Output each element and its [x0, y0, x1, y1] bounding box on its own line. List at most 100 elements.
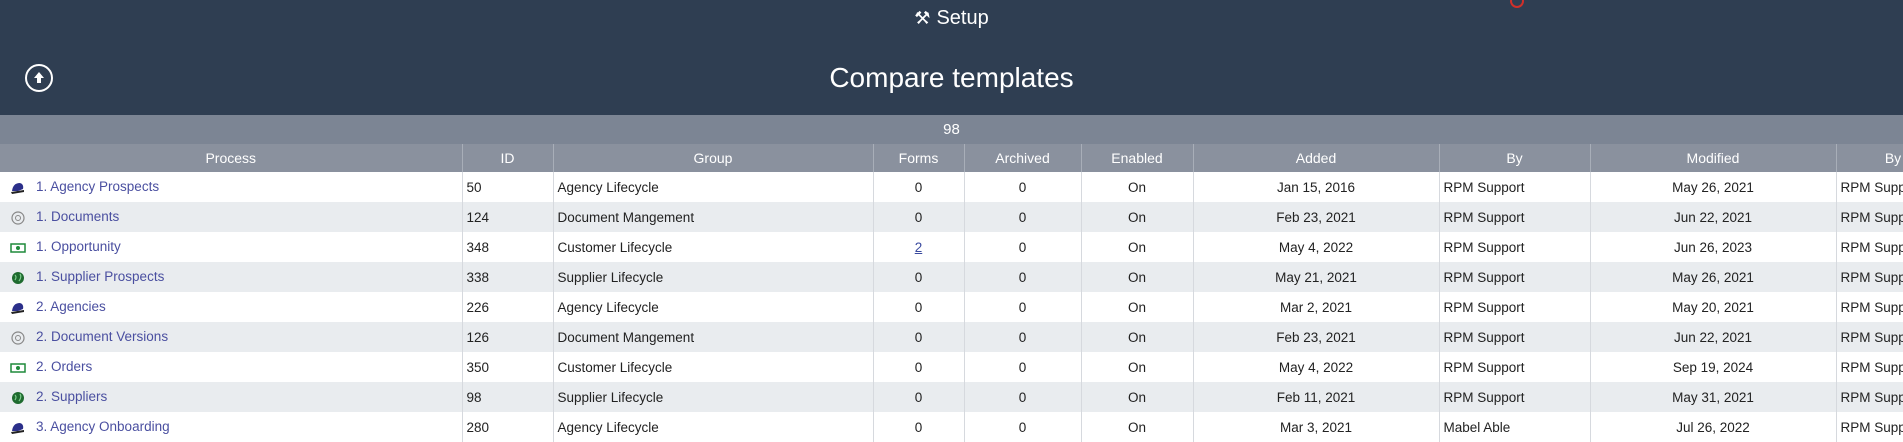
process-link[interactable]: 2. Suppliers	[36, 389, 107, 404]
column-header-modified-by[interactable]: By	[1836, 144, 1903, 172]
table-row[interactable]: 2. Orders 350 Customer Lifecycle 0 0 On May 4,…	[0, 352, 1903, 382]
added-cell: Feb 23, 2021	[1193, 322, 1440, 352]
added-by-cell: RPM Support	[1439, 172, 1591, 202]
group-cell: Agency Lifecycle	[553, 172, 874, 202]
enabled-cell: On	[1081, 322, 1194, 352]
process-cell: 2. Orders	[0, 352, 463, 382]
group-cell: Document Mangement	[553, 322, 874, 352]
forms-cell: 0	[873, 262, 965, 292]
modified-by-cell: RPM Supp	[1836, 352, 1903, 382]
process-link[interactable]: 3. Agency Onboarding	[36, 419, 170, 434]
modified-cell: Jun 22, 2021	[1590, 202, 1837, 232]
added-by-cell: RPM Support	[1439, 352, 1591, 382]
table-row[interactable]: 1. Documents 124 Document Mangement 0 0 On Feb…	[0, 202, 1903, 232]
process-link[interactable]: 1. Opportunity	[36, 239, 121, 254]
money-icon	[10, 241, 26, 255]
process-cell: 1. Documents	[0, 202, 463, 232]
table-row[interactable]: 1. Agency Prospects 50 Agency Lifecycle 0 0 O…	[0, 172, 1903, 202]
modified-by-cell: RPM Supp	[1836, 232, 1903, 262]
added-by-cell: RPM Support	[1439, 232, 1591, 262]
document-icon	[10, 211, 26, 225]
enabled-cell: On	[1081, 202, 1194, 232]
process-cell: 1. Supplier Prospects	[0, 262, 463, 292]
added-cell: Mar 3, 2021	[1193, 412, 1440, 442]
process-link[interactable]: 2. Document Versions	[36, 329, 168, 344]
added-cell: Mar 2, 2021	[1193, 292, 1440, 322]
process-link[interactable]: 1. Agency Prospects	[36, 179, 159, 194]
added-by-cell: RPM Support	[1439, 382, 1591, 412]
process-link[interactable]: 1. Supplier Prospects	[36, 269, 164, 284]
archived-cell: 0	[964, 202, 1082, 232]
forms-cell: 0	[873, 292, 965, 322]
enabled-cell: On	[1081, 232, 1194, 262]
column-header-added[interactable]: Added	[1193, 144, 1440, 172]
added-cell: Feb 11, 2021	[1193, 382, 1440, 412]
archived-cell: 0	[964, 292, 1082, 322]
group-cell: Supplier Lifecycle	[553, 382, 874, 412]
column-header-by[interactable]: By	[1439, 144, 1591, 172]
modified-cell: Sep 19, 2024	[1590, 352, 1837, 382]
archived-cell: 0	[964, 322, 1082, 352]
forms-cell: 0	[873, 172, 965, 202]
modified-cell: May 31, 2021	[1590, 382, 1837, 412]
process-cell: 1. Agency Prospects	[0, 172, 463, 202]
templates-table: Process ID Group Forms Archived Enabled Added B…	[0, 144, 1903, 442]
group-cell: Document Mangement	[553, 202, 874, 232]
process-link[interactable]: 2. Agencies	[36, 299, 106, 314]
archived-cell: 0	[964, 382, 1082, 412]
group-cell: Customer Lifecycle	[553, 352, 874, 382]
id-cell: 280	[462, 412, 554, 442]
table-row[interactable]: 2. Suppliers 98 Supplier Lifecycle 0 0 On Feb …	[0, 382, 1903, 412]
id-cell: 124	[462, 202, 554, 232]
archived-cell: 0	[964, 262, 1082, 292]
column-header-modified[interactable]: Modified	[1590, 144, 1837, 172]
column-header-archived[interactable]: Archived	[964, 144, 1082, 172]
forms-link[interactable]: 2	[915, 240, 923, 255]
column-header-enabled[interactable]: Enabled	[1081, 144, 1194, 172]
modified-by-cell: RPM Supp	[1836, 382, 1903, 412]
group-cell: Agency Lifecycle	[553, 292, 874, 322]
added-cell: May 21, 2021	[1193, 262, 1440, 292]
enabled-cell: On	[1081, 382, 1194, 412]
process-link[interactable]: 2. Orders	[36, 359, 92, 374]
enabled-cell: On	[1081, 412, 1194, 442]
table-row[interactable]: 3. Agency Onboarding 280 Agency Lifecycle 0…	[0, 412, 1903, 442]
added-cell: May 4, 2022	[1193, 352, 1440, 382]
document-icon	[10, 331, 26, 345]
process-link[interactable]: 1. Documents	[36, 209, 119, 224]
agency-icon	[10, 181, 26, 195]
process-cell: 2. Suppliers	[0, 382, 463, 412]
forms-cell: 0	[873, 382, 965, 412]
table-row[interactable]: 2. Document Versions 126 Document Mangemen…	[0, 322, 1903, 352]
process-cell: 3. Agency Onboarding	[0, 412, 463, 442]
process-cell: 1. Opportunity	[0, 232, 463, 262]
agency-icon	[10, 301, 26, 315]
forms-cell: 0	[873, 322, 965, 352]
added-by-cell: RPM Support	[1439, 262, 1591, 292]
modified-by-cell: RPM Supp	[1836, 322, 1903, 352]
tools-icon: ⚒	[914, 8, 931, 28]
archived-cell: 0	[964, 352, 1082, 382]
column-header-id[interactable]: ID	[462, 144, 554, 172]
process-cell: 2. Document Versions	[0, 322, 463, 352]
table-row[interactable]: 2. Agencies 226 Agency Lifecycle 0 0 On Mar 2,…	[0, 292, 1903, 322]
table-row[interactable]: 1. Opportunity 348 Customer Lifecycle 2 0 On M…	[0, 232, 1903, 262]
table-row[interactable]: 1. Supplier Prospects 338 Supplier Lifecyc…	[0, 262, 1903, 292]
globe-icon	[10, 271, 26, 285]
column-header-process[interactable]: Process	[0, 144, 463, 172]
modified-by-cell: RPM Supp	[1836, 202, 1903, 232]
forms-cell: 0	[873, 412, 965, 442]
process-cell: 2. Agencies	[0, 292, 463, 322]
column-header-forms[interactable]: Forms	[873, 144, 965, 172]
enabled-cell: On	[1081, 262, 1194, 292]
added-by-cell: RPM Support	[1439, 292, 1591, 322]
setup-menu[interactable]: ⚒ Setup	[0, 7, 1903, 30]
header-bar: ⚒ Setup Compare templates	[0, 0, 1903, 115]
id-cell: 226	[462, 292, 554, 322]
archived-cell: 0	[964, 172, 1082, 202]
column-header-group[interactable]: Group	[553, 144, 874, 172]
added-cell: Jan 15, 2016	[1193, 172, 1440, 202]
added-by-cell: Mabel Able	[1439, 412, 1591, 442]
modified-cell: Jun 22, 2021	[1590, 322, 1837, 352]
group-cell: Supplier Lifecycle	[553, 262, 874, 292]
